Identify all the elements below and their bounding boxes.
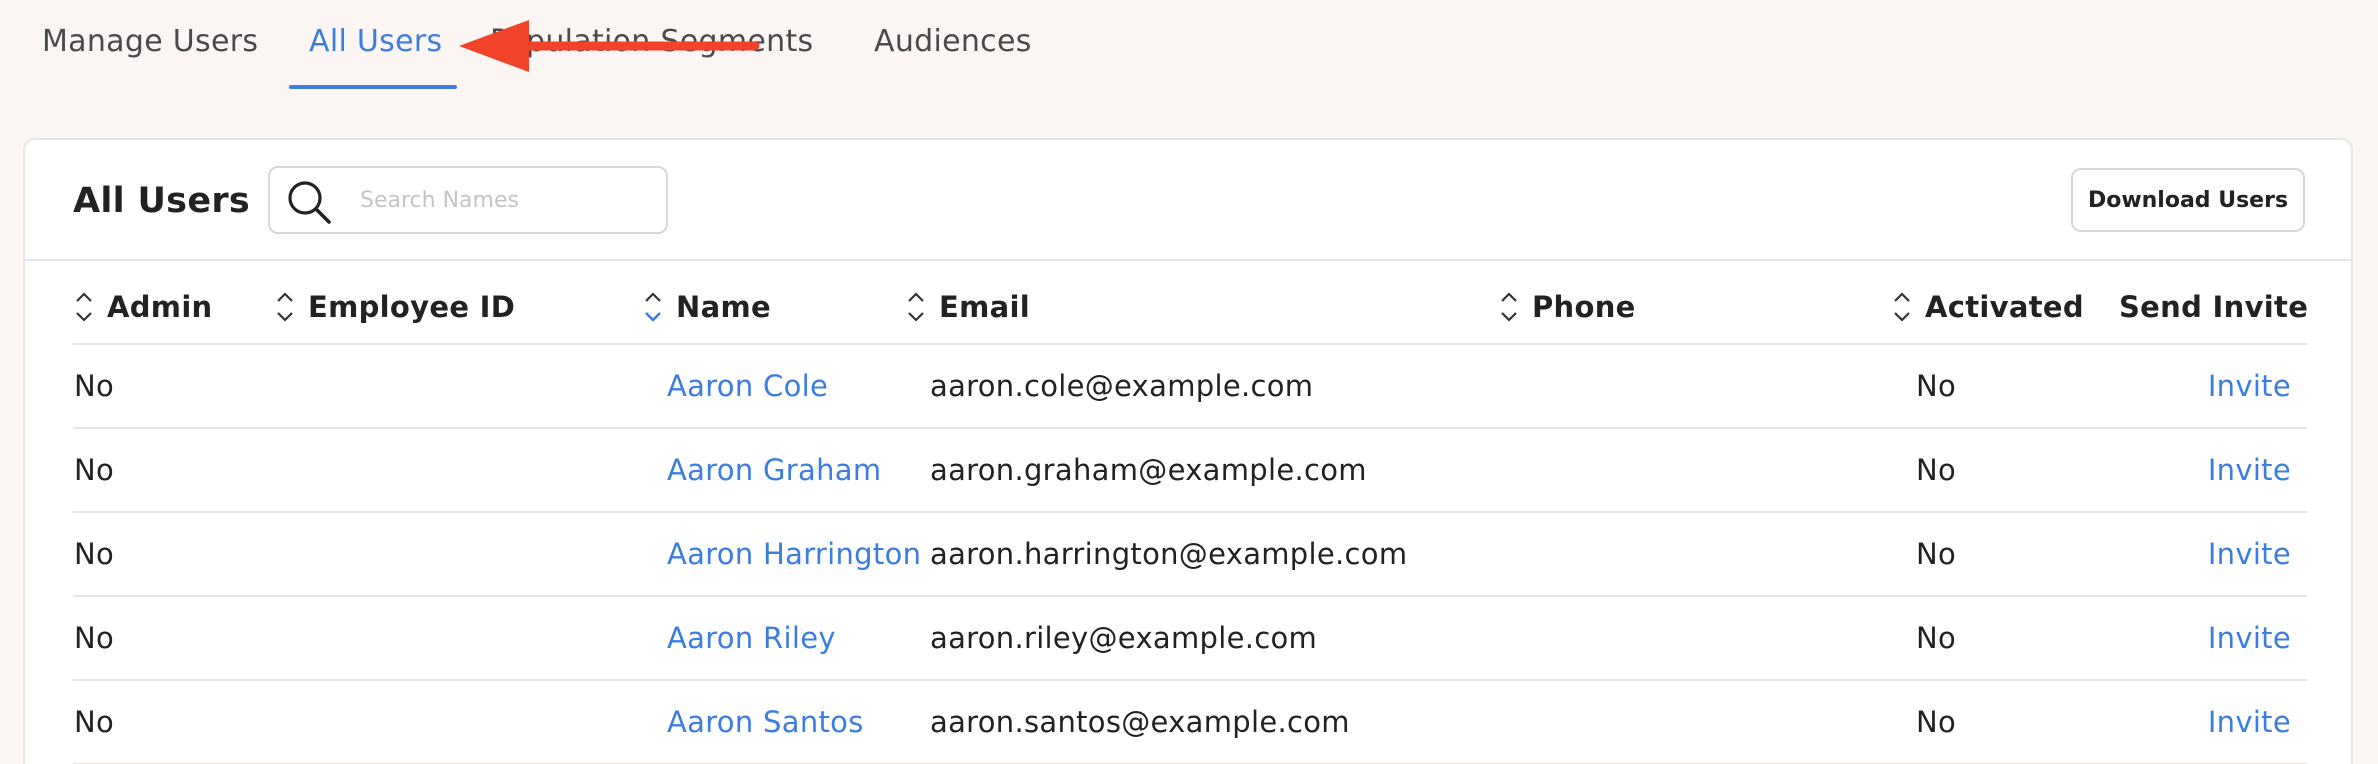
invite-link[interactable]: Invite: [2208, 513, 2291, 595]
table-row: No Aaron Riley aaron.riley@example.com N…: [73, 597, 2307, 681]
cell-admin: No: [74, 453, 115, 487]
column-label: Activated: [1925, 290, 2084, 324]
cell-email: aaron.cole@example.com: [930, 369, 1314, 403]
cell-email: aaron.harrington@example.com: [930, 537, 1408, 571]
table-row: No Aaron Harrington aaron.harrington@exa…: [73, 513, 2307, 597]
search-icon: [288, 181, 331, 224]
column-header-employee-id[interactable]: Employee ID: [274, 282, 515, 332]
user-name-link[interactable]: Aaron Harrington: [667, 513, 921, 595]
table-row: No Aaron Santos aaron.santos@example.com…: [73, 681, 2307, 764]
cell-activated: No: [1916, 705, 1957, 739]
cell-activated: No: [1916, 453, 1957, 487]
column-header-name[interactable]: Name: [642, 282, 771, 332]
active-tab-indicator: [289, 85, 457, 89]
user-name-link[interactable]: Aaron Santos: [667, 681, 864, 763]
sort-icon: [1501, 292, 1517, 322]
search-box[interactable]: [268, 166, 668, 234]
sort-icon: [277, 292, 293, 322]
cell-admin: No: [74, 705, 115, 739]
column-label: Employee ID: [308, 290, 516, 324]
invite-link[interactable]: Invite: [2208, 681, 2291, 763]
column-header-phone[interactable]: Phone: [1498, 282, 1636, 332]
column-label: Admin: [107, 290, 213, 324]
invite-link[interactable]: Invite: [2208, 429, 2291, 511]
tab-audiences[interactable]: Audiences: [874, 20, 1032, 90]
column-header-email[interactable]: Email: [905, 282, 1030, 332]
cell-activated: No: [1916, 537, 1957, 571]
tab-bar: Manage Users All Users Population Segmen…: [0, 0, 2378, 92]
cell-email: aaron.graham@example.com: [930, 453, 1367, 487]
table-row: No Aaron Cole aaron.cole@example.com No …: [73, 345, 2307, 429]
cell-admin: No: [74, 537, 115, 571]
column-header-activated[interactable]: Activated: [1891, 282, 2084, 332]
header-divider: [25, 259, 2351, 261]
column-label: Name: [676, 290, 771, 324]
sort-icon: [908, 292, 924, 322]
all-users-card: All Users Download Users Admin Employee …: [23, 138, 2353, 764]
download-users-button[interactable]: Download Users: [2071, 168, 2305, 232]
cell-activated: No: [1916, 369, 1957, 403]
cell-email: aaron.santos@example.com: [930, 705, 1350, 739]
column-label: Send Invite: [2119, 290, 2309, 324]
tab-all-users[interactable]: All Users: [309, 20, 442, 90]
column-header-send-invite: Send Invite: [2119, 282, 2308, 332]
sort-icon: [76, 292, 92, 322]
invite-link[interactable]: Invite: [2208, 345, 2291, 427]
column-header-admin[interactable]: Admin: [73, 282, 213, 332]
column-label: Email: [939, 290, 1030, 324]
user-name-link[interactable]: Aaron Riley: [667, 597, 836, 679]
card-title: All Users: [73, 181, 251, 221]
cell-admin: No: [74, 621, 115, 655]
annotation-arrow-icon: [459, 20, 760, 72]
cell-activated: No: [1916, 621, 1957, 655]
user-name-link[interactable]: Aaron Graham: [667, 429, 881, 511]
user-name-link[interactable]: Aaron Cole: [667, 345, 828, 427]
tab-manage-users[interactable]: Manage Users: [42, 20, 258, 90]
column-label: Phone: [1532, 290, 1636, 324]
sort-icon: [1894, 292, 1910, 322]
cell-admin: No: [74, 369, 115, 403]
table-row: No Aaron Graham aaron.graham@example.com…: [73, 429, 2307, 513]
sort-ascending-icon: [645, 292, 661, 322]
search-input[interactable]: [360, 180, 650, 220]
invite-link[interactable]: Invite: [2208, 597, 2291, 679]
cell-email: aaron.riley@example.com: [930, 621, 1318, 655]
